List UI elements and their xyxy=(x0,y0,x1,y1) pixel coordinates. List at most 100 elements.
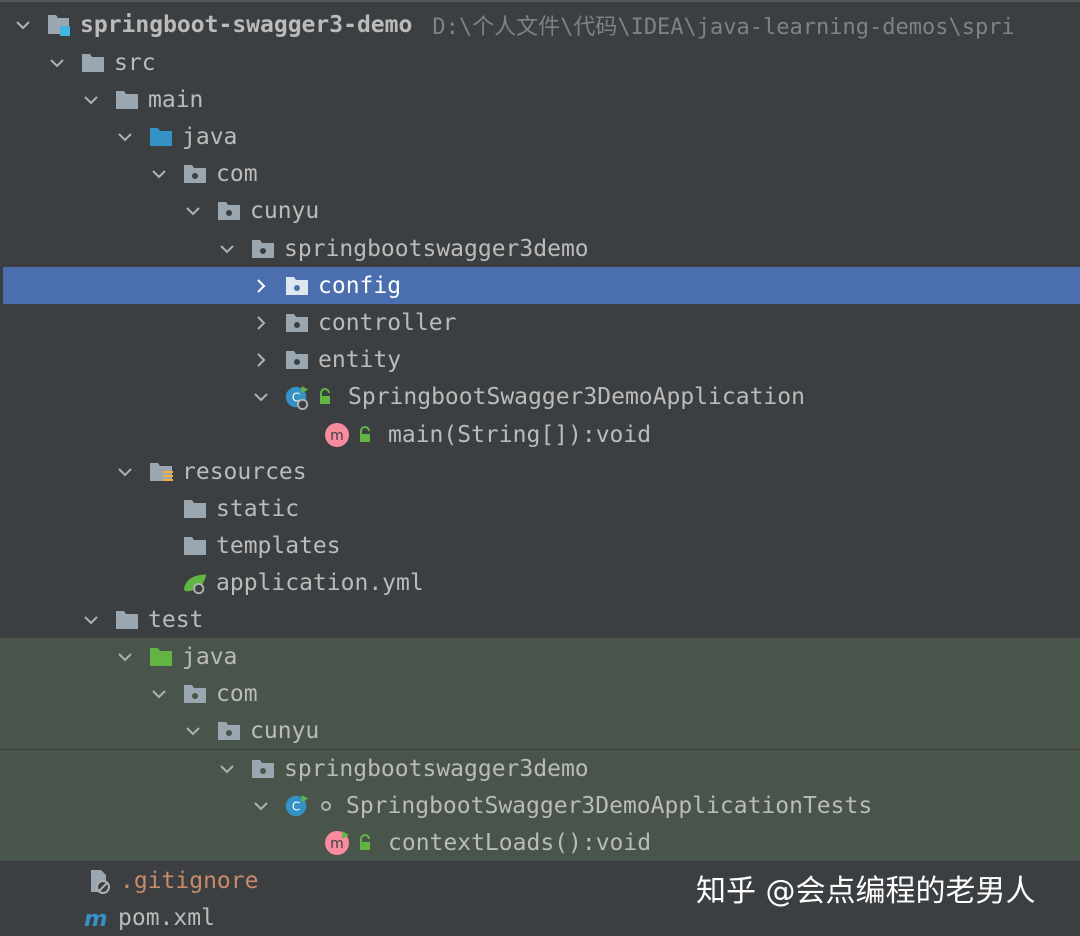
tree-row-static[interactable]: static xyxy=(0,490,1080,527)
tree-label: src xyxy=(114,49,156,76)
tree-row-module[interactable]: springboot-swagger3-demo D:\个人文件\代码\IDEA… xyxy=(0,6,1080,43)
tree-label: com xyxy=(216,160,258,187)
tree-row-java[interactable]: java xyxy=(0,118,1080,155)
tree-row-test-class[interactable]: C SpringbootSwagger3DemoApplicationTests xyxy=(0,787,1080,824)
tree-row-cunyu[interactable]: cunyu xyxy=(0,192,1080,229)
svg-text:m: m xyxy=(84,905,107,930)
package-icon xyxy=(284,310,310,336)
svg-text:m: m xyxy=(330,428,344,444)
folder-icon xyxy=(182,533,208,559)
tree-label: SpringbootSwagger3DemoApplication xyxy=(348,383,805,410)
watermark: 知乎 @会点编程的老男人 xyxy=(696,874,1036,909)
chevron-down-icon[interactable] xyxy=(250,386,272,408)
maven-icon: m xyxy=(84,905,110,930)
tree-row-application-yml[interactable]: application.yml xyxy=(0,564,1080,601)
tree-row-main[interactable]: main xyxy=(0,81,1080,118)
tree-label: entity xyxy=(318,346,402,373)
tree-label: .gitignore xyxy=(120,867,259,894)
tree-row-src[interactable]: src xyxy=(0,44,1080,81)
spring-boot-class-icon: C xyxy=(284,384,310,410)
tree-row-com[interactable]: com xyxy=(0,155,1080,192)
tree-row-templates[interactable]: templates xyxy=(0,527,1080,564)
tree-label: main xyxy=(148,86,204,113)
chevron-down-icon[interactable] xyxy=(80,89,102,111)
tree-row-test[interactable]: test xyxy=(0,601,1080,638)
public-lock-icon xyxy=(358,424,374,446)
tree-row-test-springbootswagger3demo[interactable]: springbootswagger3demo xyxy=(0,750,1080,787)
method-icon: m xyxy=(324,830,350,856)
package-icon xyxy=(284,273,310,299)
tree-label: pom.xml xyxy=(118,904,215,931)
project-tree[interactable]: springboot-swagger3-demo D:\个人文件\代码\IDEA… xyxy=(0,0,1080,936)
tree-label: static xyxy=(216,495,300,522)
tree-row-test-java[interactable]: java xyxy=(0,638,1080,675)
tree-label: main(String[]):void xyxy=(388,421,652,448)
folder-icon xyxy=(114,87,140,113)
folder-icon xyxy=(182,496,208,522)
tree-label: resources xyxy=(182,458,307,485)
source-root-folder-icon xyxy=(148,124,174,150)
chevron-down-icon[interactable] xyxy=(216,238,238,260)
tree-label: SpringbootSwagger3DemoApplicationTests xyxy=(346,792,873,819)
package-icon xyxy=(182,161,208,187)
chevron-down-icon[interactable] xyxy=(114,646,136,668)
chevron-down-icon[interactable] xyxy=(250,795,272,817)
chevron-down-icon[interactable] xyxy=(148,683,170,705)
tree-row-entity[interactable]: entity xyxy=(0,341,1080,378)
package-icon xyxy=(284,347,310,373)
tree-label: controller xyxy=(318,309,457,336)
tree-label: springbootswagger3demo xyxy=(284,235,589,262)
tree-label: config xyxy=(318,272,402,299)
tree-row-contextloads-method[interactable]: m contextLoads():void xyxy=(0,824,1080,861)
tree-label: springboot-swagger3-demo xyxy=(80,11,413,38)
module-path: D:\个人文件\代码\IDEA\java-learning-demos\spri xyxy=(432,14,1015,40)
resources-folder-icon xyxy=(148,459,174,485)
tree-row-resources[interactable]: resources xyxy=(0,453,1080,490)
method-icon: m xyxy=(324,422,350,448)
tree-row-application-class[interactable]: C SpringbootSwagger3DemoApplication xyxy=(0,378,1080,415)
tree-label: application.yml xyxy=(216,569,424,596)
tree-row-test-cunyu[interactable]: cunyu xyxy=(0,712,1080,749)
public-lock-icon xyxy=(318,386,334,408)
package-icon xyxy=(250,756,276,782)
tree-row-controller[interactable]: controller xyxy=(0,304,1080,341)
tree-row-test-com[interactable]: com xyxy=(0,675,1080,712)
chevron-down-icon[interactable] xyxy=(114,126,136,148)
module-folder-icon xyxy=(46,12,72,38)
chevron-down-icon[interactable] xyxy=(114,461,136,483)
tree-label: java xyxy=(182,123,238,150)
chevron-right-icon[interactable] xyxy=(250,312,272,334)
chevron-down-icon[interactable] xyxy=(148,163,170,185)
tree-row-main-method[interactable]: m main(String[]):void xyxy=(0,416,1080,453)
tree-label: java xyxy=(182,643,238,670)
public-lock-icon xyxy=(358,832,374,854)
spring-config-icon xyxy=(182,570,208,596)
test-root-folder-icon xyxy=(148,644,174,670)
package-icon xyxy=(250,236,276,262)
tree-label: test xyxy=(148,606,204,633)
chevron-down-icon[interactable] xyxy=(182,720,204,742)
folder-icon xyxy=(80,50,106,76)
package-icon xyxy=(216,198,242,224)
package-private-icon xyxy=(318,795,334,817)
folder-icon xyxy=(114,607,140,633)
tree-label: com xyxy=(216,680,258,707)
chevron-down-icon[interactable] xyxy=(182,200,204,222)
package-icon xyxy=(182,681,208,707)
package-icon xyxy=(216,718,242,744)
tree-label: templates xyxy=(216,532,341,559)
chevron-right-icon[interactable] xyxy=(250,349,272,371)
chevron-down-icon[interactable] xyxy=(80,609,102,631)
chevron-right-icon[interactable] xyxy=(250,275,272,297)
ignore-file-icon xyxy=(86,868,112,894)
svg-text:C: C xyxy=(292,799,300,813)
tree-label: cunyu xyxy=(250,717,320,744)
tree-row-config[interactable]: config xyxy=(3,267,1080,304)
chevron-down-icon[interactable] xyxy=(46,52,68,74)
chevron-down-icon[interactable] xyxy=(216,758,238,780)
tree-label: cunyu xyxy=(250,197,320,224)
chevron-down-icon[interactable] xyxy=(12,14,34,36)
tree-label: springbootswagger3demo xyxy=(284,755,589,782)
tree-row-springbootswagger3demo[interactable]: springbootswagger3demo xyxy=(0,230,1080,267)
tree-label: contextLoads():void xyxy=(388,829,652,856)
